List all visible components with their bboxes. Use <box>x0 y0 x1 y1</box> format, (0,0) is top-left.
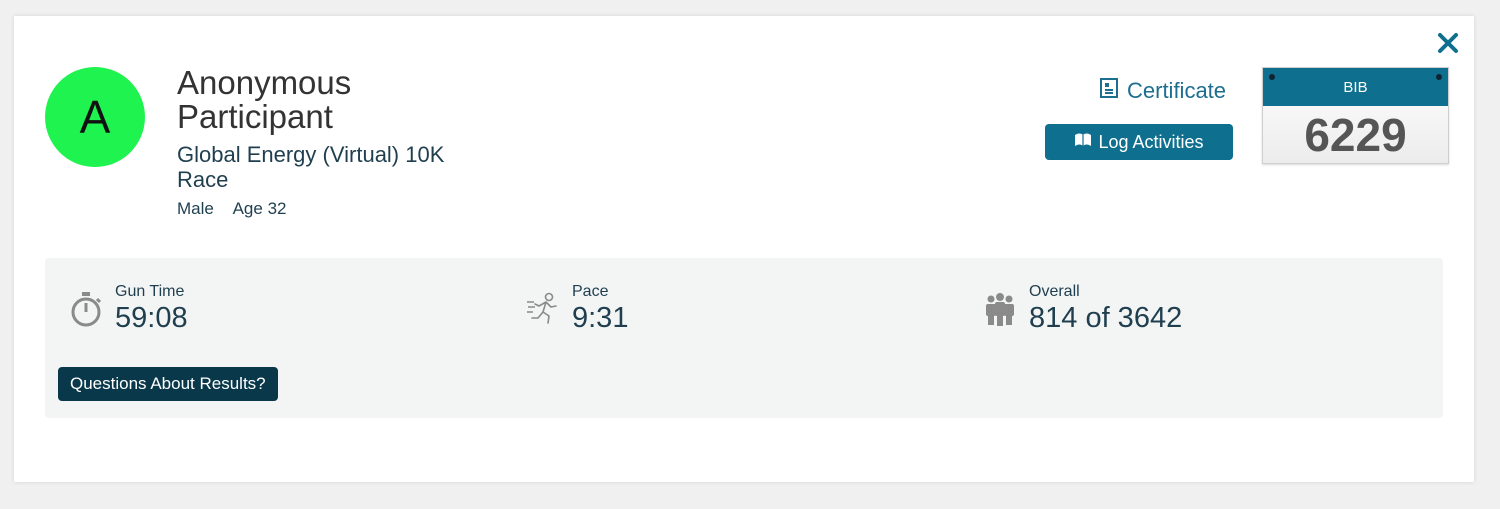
bib-badge: BIB 6229 <box>1262 67 1449 164</box>
gender-label: Male <box>177 199 214 218</box>
avatar: A <box>45 67 145 167</box>
bib-header: BIB <box>1263 68 1448 106</box>
gun-time-label: Gun Time <box>115 283 185 300</box>
close-icon[interactable] <box>1437 32 1459 54</box>
bib-number: 6229 <box>1304 109 1407 161</box>
people-icon <box>983 290 1017 330</box>
overall-value: 814 of 3642 <box>1029 302 1183 334</box>
bib-hole-left <box>1269 74 1275 80</box>
stats-panel: Gun Time 59:08 Pace 9:31 Overall 814 of … <box>45 258 1443 418</box>
overall-stat: Overall 814 of 3642 <box>983 282 1182 335</box>
log-activities-label: Log Activities <box>1098 131 1204 152</box>
gun-time-value: 59:08 <box>115 302 188 334</box>
certificate-link[interactable]: Certificate <box>1099 77 1226 105</box>
pace-stat: Pace 9:31 <box>526 282 628 335</box>
pace-label: Pace <box>572 283 609 300</box>
result-card: A Anonymous Participant Global Energy (V… <box>14 16 1474 482</box>
log-activities-button[interactable]: Log Activities <box>1045 124 1233 160</box>
certificate-icon <box>1099 77 1119 105</box>
participant-meta: Male Age 32 <box>177 199 286 219</box>
certificate-label: Certificate <box>1127 78 1227 103</box>
stopwatch-icon <box>69 290 103 330</box>
overall-label: Overall <box>1029 283 1080 300</box>
gun-time-stat: Gun Time 59:08 <box>69 282 188 335</box>
runner-icon <box>526 290 560 330</box>
age-label: Age 32 <box>232 199 287 218</box>
bib-hole-right <box>1436 74 1442 80</box>
book-icon <box>1074 132 1092 153</box>
avatar-initial: A <box>79 91 111 143</box>
questions-about-results-button[interactable]: Questions About Results? <box>58 367 278 401</box>
participant-name: Anonymous Participant <box>177 64 352 135</box>
pace-value: 9:31 <box>572 302 629 334</box>
event-name: Global Energy (Virtual) 10K Race <box>177 142 445 192</box>
bib-label: BIB <box>1343 78 1368 96</box>
